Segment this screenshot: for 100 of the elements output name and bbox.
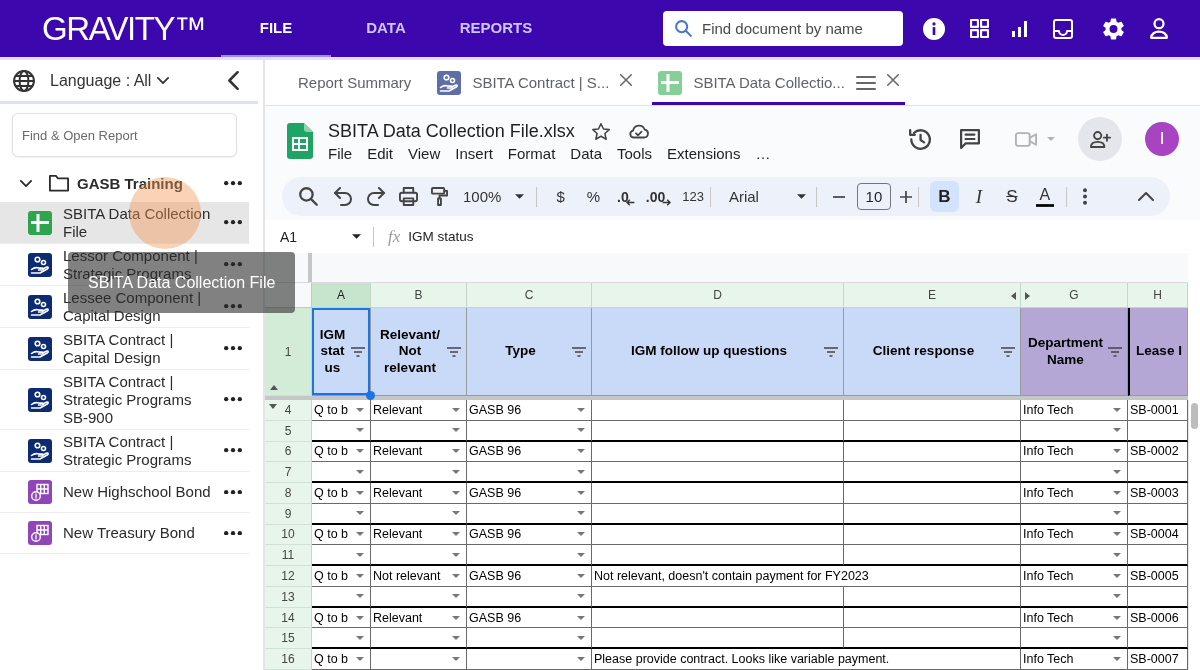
cloud-check-icon[interactable] <box>628 123 649 139</box>
row-header[interactable]: 12 <box>265 566 312 587</box>
dropdown-cell[interactable] <box>371 545 467 567</box>
dropdown-cell[interactable] <box>371 586 467 608</box>
share-button[interactable] <box>1078 117 1122 161</box>
dropdown-cell[interactable] <box>371 420 467 442</box>
dropdown-cell[interactable]: Info Tech <box>1021 483 1128 504</box>
dropdown-arrow-icon[interactable] <box>356 449 364 454</box>
dropdown-arrow-icon[interactable] <box>356 552 364 557</box>
dropdown-arrow-icon[interactable] <box>452 449 460 454</box>
filter-icon[interactable] <box>1108 346 1122 357</box>
dropdown-arrow-icon[interactable] <box>577 407 585 412</box>
minus-icon[interactable] <box>832 195 845 198</box>
tab[interactable]: Report Summary <box>292 60 418 105</box>
paint-roller-icon[interactable] <box>431 187 448 206</box>
filter-icon[interactable] <box>1001 346 1015 357</box>
dropdown-arrow-icon[interactable] <box>1113 469 1121 474</box>
menu-item[interactable]: Edit <box>367 144 394 164</box>
dropdown-cell[interactable] <box>1021 503 1128 525</box>
dropdown-cell[interactable]: Relevant <box>371 524 467 546</box>
menu-icon[interactable] <box>855 75 876 90</box>
dropdown-cell[interactable]: GASB 96 <box>467 524 592 546</box>
menu-item[interactable]: Format <box>507 144 556 164</box>
dropdown-arrow-icon[interactable] <box>356 407 364 412</box>
column-header[interactable]: H <box>1128 283 1188 308</box>
dropdown-arrow-icon[interactable] <box>577 594 585 599</box>
row-header[interactable]: 7 <box>265 462 312 484</box>
dropdown-arrow-icon[interactable] <box>1113 449 1121 454</box>
dropdown-cell[interactable] <box>1021 462 1128 484</box>
dropdown-arrow-icon[interactable] <box>452 428 460 433</box>
report-search-field[interactable]: Find & Open Report <box>12 113 237 157</box>
dropdown-arrow-icon[interactable] <box>577 532 585 537</box>
number-format-button[interactable]: 123 <box>682 182 704 211</box>
dropdown-cell[interactable] <box>467 503 592 525</box>
dropdown-cell[interactable] <box>371 649 467 670</box>
dropdown-arrow-icon[interactable] <box>452 490 460 495</box>
dropdown-arrow-icon[interactable] <box>356 635 364 640</box>
dropdown-cell[interactable] <box>467 462 592 484</box>
dropdown-cell[interactable]: Relevant <box>371 607 467 629</box>
bold-button[interactable]: B <box>929 181 959 212</box>
dropdown-cell[interactable] <box>312 628 371 650</box>
more-menus-button[interactable]: … <box>755 144 771 164</box>
dropdown-arrow-icon[interactable] <box>577 469 585 474</box>
selection-handle-icon[interactable] <box>366 391 375 400</box>
dropdown-cell[interactable]: Info Tech <box>1021 607 1128 629</box>
dropdown-arrow-icon[interactable] <box>577 449 585 454</box>
dropdown-cell[interactable] <box>371 503 467 525</box>
column-header[interactable]: C <box>467 283 592 308</box>
more-options-icon[interactable] <box>224 346 242 351</box>
dropdown-cell[interactable]: GASB 96 <box>467 483 592 504</box>
dropdown-cell[interactable]: GASB 96 <box>467 400 592 421</box>
increase-decimals-button[interactable]: .00 <box>645 182 672 211</box>
filter-icon[interactable] <box>351 346 365 357</box>
filter-icon[interactable] <box>824 346 838 357</box>
dropdown-cell[interactable]: Q to b <box>312 524 371 546</box>
dropdown-cell[interactable]: Info Tech <box>1021 524 1128 546</box>
comment-icon[interactable] <box>960 129 980 149</box>
zoom-dropdown[interactable]: 100% <box>463 182 525 211</box>
dropdown-arrow-icon[interactable] <box>356 657 364 662</box>
column-header[interactable]: D <box>592 283 844 308</box>
plus-icon[interactable] <box>899 190 912 203</box>
dropdown-arrow-icon[interactable] <box>1113 490 1121 495</box>
dropdown-cell[interactable] <box>467 628 592 650</box>
dropdown-cell[interactable] <box>371 462 467 484</box>
filter-icon[interactable] <box>572 346 586 357</box>
dropdown-arrow-icon[interactable] <box>577 511 585 516</box>
strikethrough-button[interactable]: S <box>998 181 1025 212</box>
dropdown-cell[interactable]: Q to b <box>312 566 371 587</box>
dropdown-cell[interactable]: Q to b <box>312 607 371 629</box>
menu-item[interactable]: File <box>328 144 353 164</box>
scrollbar-thumb[interactable] <box>1191 403 1198 429</box>
chevron-down-icon[interactable] <box>20 180 32 187</box>
nav-tab[interactable]: FILE <box>221 0 331 57</box>
dropdown-arrow-icon[interactable] <box>356 594 364 599</box>
dropdown-arrow-icon[interactable] <box>1113 574 1121 578</box>
dropdown-arrow-icon[interactable] <box>356 532 364 537</box>
font-dropdown[interactable]: Arial <box>728 182 806 211</box>
filter-icon[interactable] <box>447 346 461 357</box>
dropdown-cell[interactable]: Info Tech <box>1021 441 1128 463</box>
dropdown-cell[interactable] <box>467 649 592 670</box>
dropdown-cell[interactable] <box>312 462 371 484</box>
more-options-icon[interactable] <box>224 530 242 536</box>
dropdown-arrow-icon[interactable] <box>577 428 585 433</box>
menu-item[interactable]: Tools <box>617 144 653 164</box>
info-icon[interactable] <box>923 17 945 40</box>
sidebar-item[interactable]: SBITA Data Collection File <box>0 202 249 244</box>
dropdown-arrow-icon[interactable] <box>356 428 364 433</box>
currency-button[interactable]: $ <box>556 182 565 211</box>
dropdown-cell[interactable]: Q to b <box>312 483 371 504</box>
dropdown-arrow-icon[interactable] <box>452 511 460 516</box>
font-size-field[interactable]: 10 <box>856 183 891 210</box>
history-icon[interactable] <box>909 128 931 150</box>
dropdown-arrow-icon[interactable] <box>1113 407 1121 412</box>
dropdown-cell[interactable] <box>467 420 592 442</box>
dropdown-cell[interactable]: Not relevant <box>371 566 467 587</box>
dropdown-arrow-icon[interactable] <box>356 469 364 474</box>
dropdown-arrow-icon[interactable] <box>356 490 364 495</box>
dropdown-arrow-icon[interactable] <box>1113 615 1121 620</box>
nav-tab[interactable]: DATA <box>331 0 441 57</box>
name-box[interactable]: A1 <box>280 228 361 245</box>
